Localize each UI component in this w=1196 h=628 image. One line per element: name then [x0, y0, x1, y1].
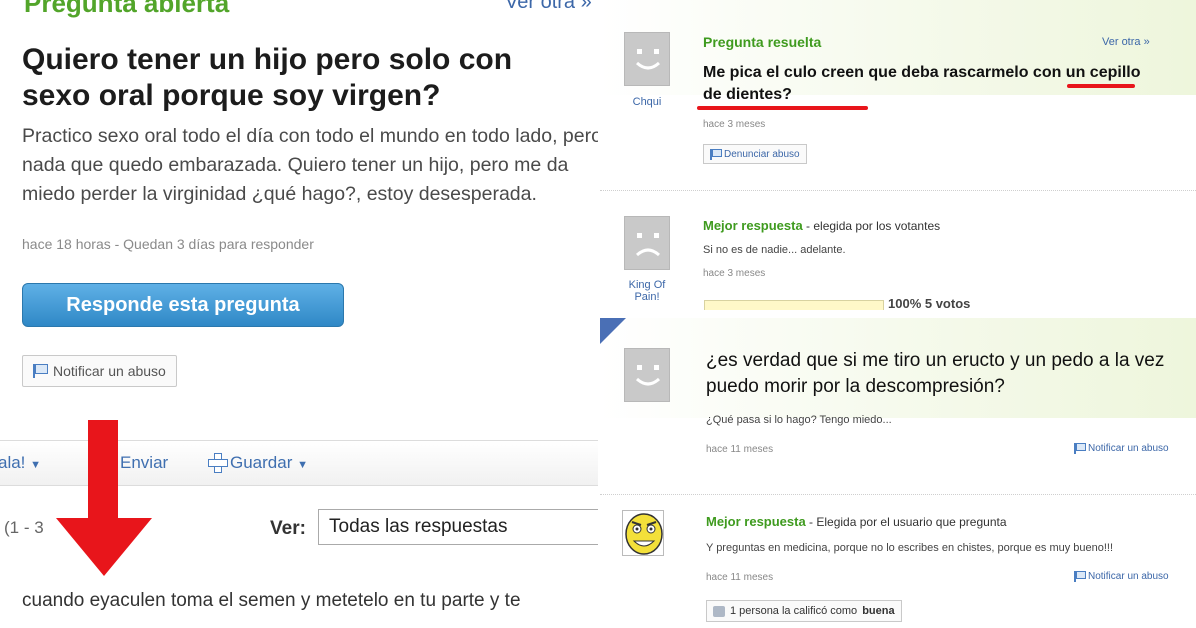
toolbar-save-label: Guardar: [230, 453, 293, 472]
toolbar-share-label: ala!: [0, 453, 26, 472]
sad-face-icon: [635, 233, 661, 257]
best-answer-suffix: - elegida por los votantes: [802, 219, 941, 233]
best-answer-suffix: - Elegida por el usuario que pregunta: [805, 515, 1007, 529]
smiley-icon: [635, 49, 661, 70]
question-meta: hace 11 meses: [706, 444, 774, 455]
rating-badge: 1 persona la calificó como buena: [706, 600, 902, 622]
report-abuse-label: Denunciar abuso: [724, 148, 800, 160]
rating-value: buena: [862, 605, 895, 617]
rating-prefix: 1 persona la calificó como: [730, 605, 858, 617]
rage-face-icon: [625, 513, 663, 555]
answers-filter-select[interactable]: Todas las respuestas: [318, 509, 598, 545]
separator: [600, 494, 1196, 495]
report-abuse-link[interactable]: Notificar un abuso: [1074, 571, 1169, 582]
answer-meta: hace 3 meses: [703, 268, 766, 279]
report-abuse-label: Notificar un abuso: [1088, 443, 1169, 454]
question-meta: hace 18 horas - Quedan 3 días para respo…: [22, 236, 314, 252]
chevron-down-icon: ▼: [30, 459, 42, 471]
chevron-down-icon: ▼: [297, 459, 308, 471]
toolbar-item-share[interactable]: ala! ▼: [0, 453, 41, 473]
question-title: Quiero tener un hijo pero solo con sexo …: [22, 43, 513, 112]
question-body: Practico sexo oral todo el día con todo …: [22, 125, 598, 205]
avatar: [624, 32, 670, 86]
thumbs-up-icon: [713, 605, 725, 617]
next-question-link[interactable]: Ver otra »: [505, 0, 592, 14]
flag-icon: [33, 364, 48, 378]
report-abuse-label: Notificar un abuso: [53, 363, 166, 379]
smiley-icon: [635, 365, 661, 386]
best-answer-label: Mejor respuesta: [706, 514, 806, 529]
answer-text: Y preguntas en medicina, porque no lo es…: [706, 542, 1114, 554]
red-underline: [1067, 84, 1135, 88]
flag-icon: [1074, 443, 1086, 454]
view-label: Ver:: [270, 518, 306, 539]
avatar: [624, 348, 670, 402]
best-answer-heading: Mejor respuesta - elegida por los votant…: [703, 218, 940, 233]
separator: [600, 190, 1196, 191]
answer-text: cuando eyaculen toma el semen y metetelo…: [22, 590, 521, 611]
corner-ribbon: [600, 318, 626, 344]
plus-icon: [208, 453, 228, 473]
answerer-username[interactable]: King Of Pain!: [617, 279, 677, 303]
right-top-screenshot: Chqui Pregunta resuelta Ver otra » Me pi…: [600, 0, 1196, 310]
next-question-link[interactable]: Ver otra »: [1102, 36, 1150, 48]
avatar: [624, 216, 670, 270]
question-meta: hace 3 meses: [703, 119, 766, 130]
report-abuse-button[interactable]: Denunciar abuso: [703, 144, 807, 164]
best-answer-heading: Mejor respuesta - Elegida por el usuario…: [706, 514, 1007, 529]
red-underline: [697, 106, 868, 110]
right-bottom-screenshot: ¿es verdad que si me tiro un eructo y un…: [600, 318, 1196, 628]
flag-icon: [1074, 571, 1086, 582]
report-abuse-button[interactable]: Notificar un abuso: [22, 355, 177, 387]
red-arrow-icon: [56, 420, 152, 576]
vote-progress-bar: [704, 300, 884, 310]
flag-icon: [710, 148, 722, 160]
answer-question-button[interactable]: Responde esta pregunta: [22, 283, 344, 327]
avatar: [622, 510, 664, 556]
toolbar-item-save[interactable]: Guardar ▼: [208, 453, 308, 473]
answer-text: Si no es de nadie... adelante.: [703, 244, 846, 256]
question-status: Pregunta resuelta: [703, 34, 822, 50]
best-answer-label: Mejor respuesta: [703, 218, 803, 233]
vote-result: 100% 5 votos: [888, 296, 971, 310]
left-screenshot: Pregunta abierta Ver otra » Quiero tener…: [0, 0, 598, 628]
question-body: ¿Qué pasa si lo hago? Tengo miedo...: [706, 414, 892, 426]
question-title: ¿es verdad que si me tiro un eructo y un…: [706, 350, 1165, 397]
answers-count-start: (1 - 3: [4, 518, 44, 537]
report-abuse-label: Notificar un abuso: [1088, 571, 1169, 582]
question-status: Pregunta abierta: [24, 0, 230, 18]
report-abuse-link[interactable]: Notificar un abuso: [1074, 443, 1169, 454]
answer-meta: hace 11 meses: [706, 572, 774, 583]
panel-divider: [600, 310, 1196, 318]
asker-username[interactable]: Chqui: [617, 96, 677, 108]
